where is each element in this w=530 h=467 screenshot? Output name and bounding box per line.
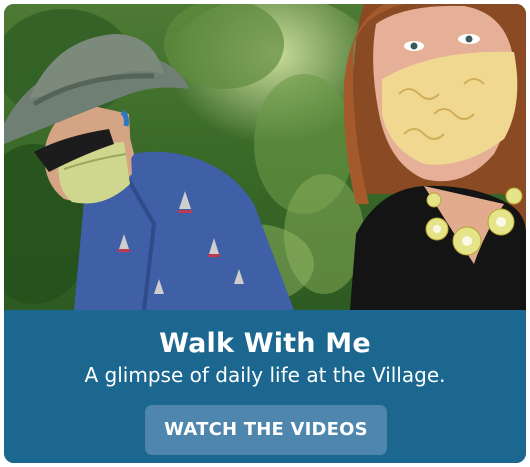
promo-title: Walk With Me (159, 328, 371, 359)
promo-card[interactable]: Walk With Me A glimpse of daily life at … (4, 4, 526, 463)
hero-photo (4, 4, 526, 310)
promo-banner: Walk With Me A glimpse of daily life at … (4, 310, 526, 463)
photo-illustration (4, 4, 526, 310)
watch-videos-button[interactable]: WATCH THE VIDEOS (145, 405, 387, 455)
promo-subtitle: A glimpse of daily life at the Village. (84, 363, 446, 387)
